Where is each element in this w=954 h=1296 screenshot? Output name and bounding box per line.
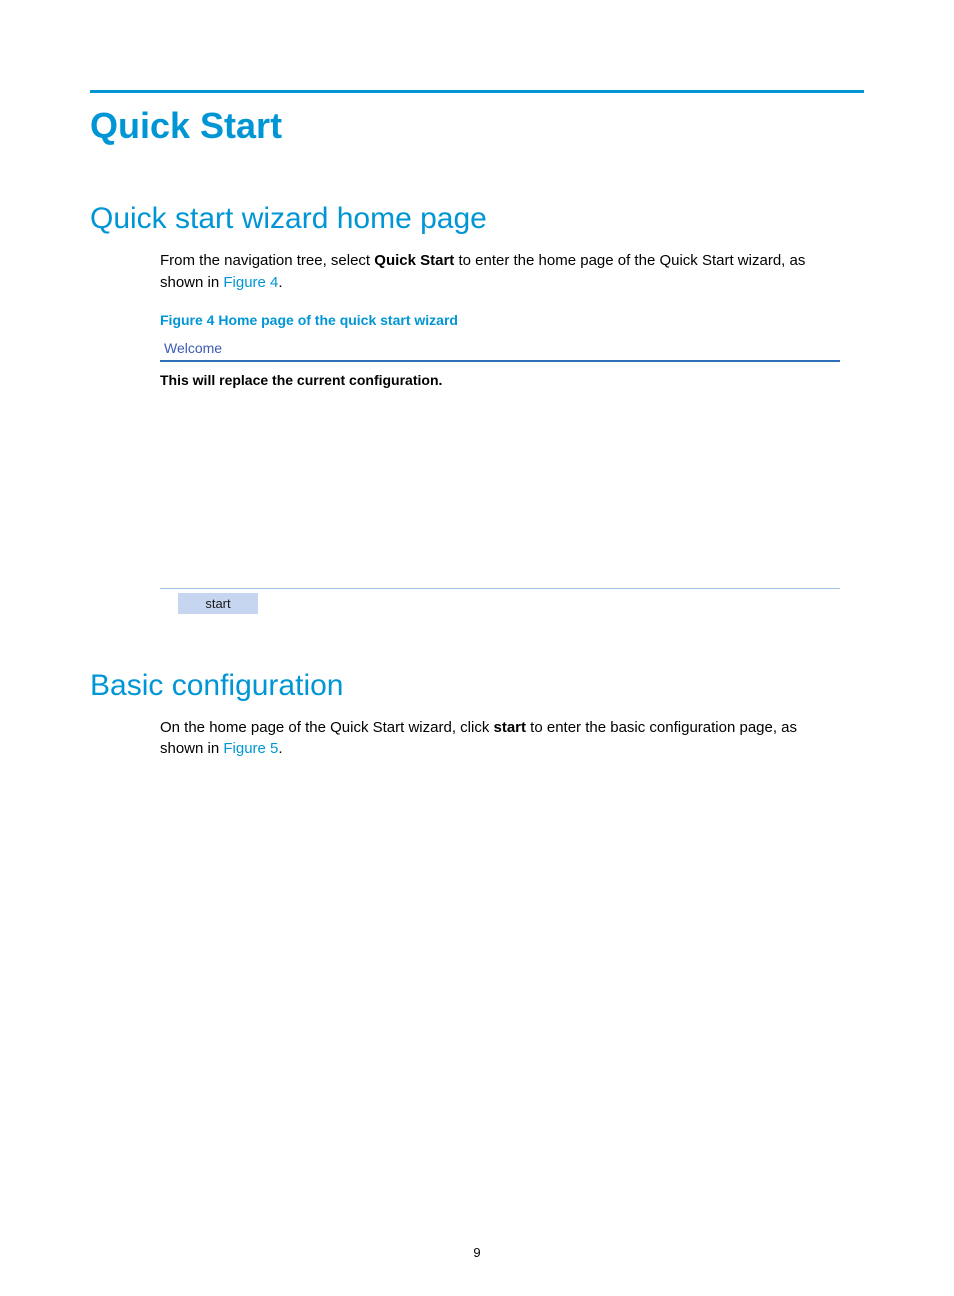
wizard-panel-spacer (160, 388, 840, 588)
figure-4-link[interactable]: Figure 4 (223, 274, 278, 291)
wizard-panel: Welcome This will replace the current co… (160, 338, 840, 614)
wizard-panel-body-text: This will replace the current configurat… (160, 372, 840, 388)
wizard-panel-title: Welcome (160, 338, 840, 360)
text-run: . (278, 740, 282, 757)
section-heading-wizard-home: Quick start wizard home page (90, 202, 864, 236)
text-run: On the home page of the Quick Start wiza… (160, 719, 494, 736)
chapter-title: Quick Start (90, 105, 864, 147)
text-run: From the navigation tree, select (160, 252, 374, 269)
text-bold-quick-start: Quick Start (374, 252, 454, 269)
chapter-top-rule (90, 90, 864, 93)
start-button[interactable]: start (178, 593, 258, 614)
wizard-panel-rule-top (160, 360, 840, 362)
figure-5-link[interactable]: Figure 5 (223, 740, 278, 757)
figure-4-screenshot: Welcome This will replace the current co… (160, 338, 840, 614)
page-number: 9 (0, 1245, 954, 1260)
section-heading-basic-config: Basic configuration (90, 669, 864, 703)
text-bold-start: start (494, 719, 527, 736)
figure-4-caption: Figure 4 Home page of the quick start wi… (160, 312, 864, 328)
section2-paragraph: On the home page of the Quick Start wiza… (160, 717, 844, 761)
text-run: . (278, 274, 282, 291)
wizard-panel-rule-bottom (160, 588, 840, 589)
section1-paragraph: From the navigation tree, select Quick S… (160, 250, 844, 294)
